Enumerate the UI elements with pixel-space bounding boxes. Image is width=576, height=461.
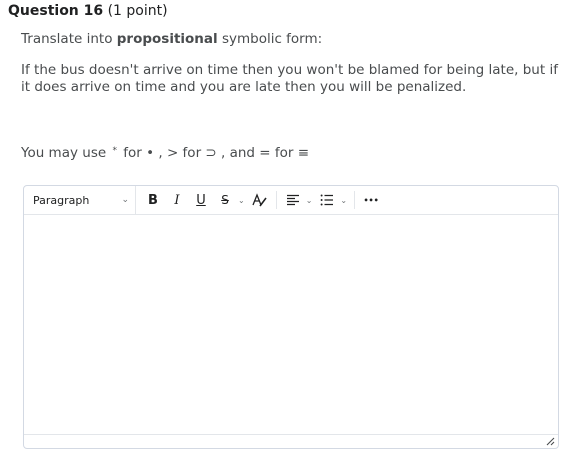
text-color-button[interactable] — [248, 189, 272, 211]
editor-toolbar: Paragraph ⌄ B I U S ⌄ ⌄ ⌄ ••• — [24, 186, 558, 215]
star-symbol: * — [112, 146, 117, 156]
more-options-button[interactable]: ••• — [359, 189, 383, 211]
toolbar-divider — [275, 191, 277, 209]
question-number: Question 16 — [8, 3, 104, 19]
chevron-down-icon[interactable]: ⌄ — [340, 196, 347, 205]
question-title: Question 16 (1 point) — [8, 3, 168, 19]
underline-button[interactable]: U — [189, 189, 213, 211]
chevron-down-icon: ⌄ — [121, 195, 129, 205]
text-color-icon — [252, 193, 267, 207]
question-sentence: If the bus doesn't arrive on time then y… — [21, 62, 558, 95]
align-left-icon — [286, 194, 299, 206]
answer-editor: Paragraph ⌄ B I U S ⌄ ⌄ ⌄ ••• — [23, 185, 559, 449]
strikethrough-button[interactable]: S — [213, 189, 237, 211]
more-icon: ••• — [363, 195, 379, 205]
instruction-text: Translate into propositional symbolic fo… — [21, 31, 323, 47]
question-points: (1 point) — [107, 3, 168, 19]
align-button[interactable] — [281, 189, 305, 211]
editor-statusbar — [24, 434, 558, 448]
instruction-bold: propositional — [116, 31, 218, 47]
chevron-down-icon[interactable]: ⌄ — [306, 196, 313, 205]
block-format-select[interactable]: Paragraph ⌄ — [24, 186, 136, 214]
bullet-list-icon — [321, 194, 334, 206]
italic-button[interactable]: I — [165, 189, 189, 211]
list-button[interactable] — [315, 189, 339, 211]
bold-button[interactable]: B — [141, 189, 165, 211]
symbol-hint: You may use * for • , > for ⊃ , and = fo… — [21, 145, 310, 161]
resize-handle-icon[interactable] — [546, 437, 555, 446]
chevron-down-icon[interactable]: ⌄ — [238, 196, 245, 205]
editor-content-area[interactable] — [24, 215, 558, 435]
toolbar-divider — [354, 191, 356, 209]
